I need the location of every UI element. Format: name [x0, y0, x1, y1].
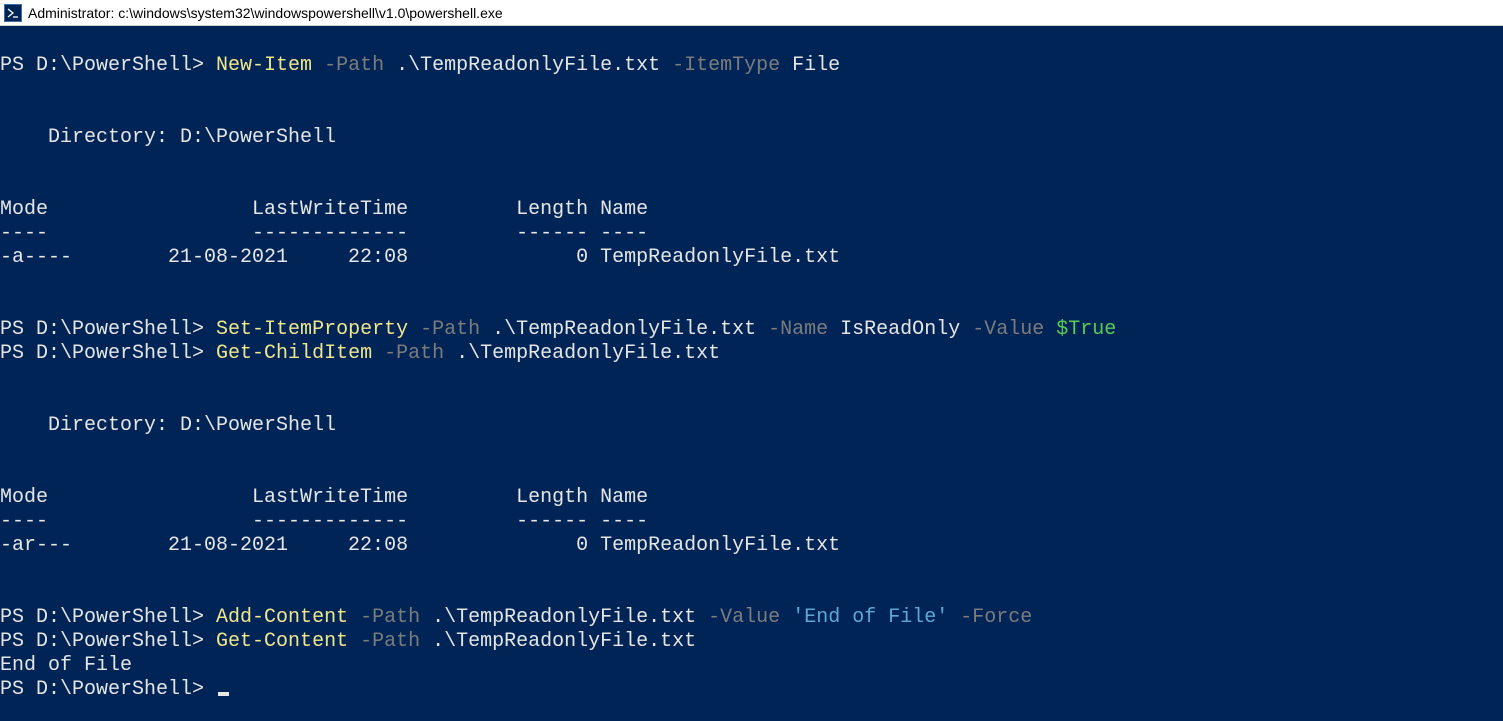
cmdlet: New-Item	[216, 54, 312, 77]
prompt: PS D:\PowerShell>	[0, 678, 216, 701]
prompt: PS D:\PowerShell>	[0, 54, 216, 77]
table-row: -ar--- 21-08-2021 22:08 0 TempReadonlyFi…	[0, 534, 840, 557]
variable: $True	[1056, 318, 1116, 341]
param: -Path	[420, 318, 480, 341]
param: -Force	[960, 606, 1032, 629]
table-header: Mode LastWriteTime Length Name	[0, 198, 648, 221]
table-separator: ---- ------------- ------ ----	[0, 510, 648, 533]
powershell-icon	[4, 4, 22, 22]
param: -Value	[708, 606, 780, 629]
directory-line: Directory: D:\PowerShell	[0, 414, 336, 437]
param: -Name	[768, 318, 828, 341]
string-literal: 'End of File'	[792, 606, 948, 629]
param: -Path	[384, 342, 444, 365]
param: -Path	[324, 54, 384, 77]
cmdlet: Add-Content	[216, 606, 348, 629]
cmdlet: Get-ChildItem	[216, 342, 372, 365]
table-row: -a---- 21-08-2021 22:08 0 TempReadonlyFi…	[0, 246, 840, 269]
prompt: PS D:\PowerShell>	[0, 342, 216, 365]
arg: .\TempReadonlyFile.txt	[420, 606, 708, 629]
output-line: End of File	[0, 654, 132, 677]
arg: .\TempReadonlyFile.txt	[444, 342, 720, 365]
param: -ItemType	[672, 54, 780, 77]
terminal-output[interactable]: PS D:\PowerShell> New-Item -Path .\TempR…	[0, 26, 1503, 721]
directory-line: Directory: D:\PowerShell	[0, 126, 336, 149]
arg: IsReadOnly	[828, 318, 972, 341]
param: -Path	[360, 606, 420, 629]
cmdlet: Set-ItemProperty	[216, 318, 408, 341]
param: -Path	[360, 630, 420, 653]
prompt: PS D:\PowerShell>	[0, 318, 216, 341]
arg: .\TempReadonlyFile.txt	[384, 54, 672, 77]
cursor	[218, 692, 229, 696]
table-header: Mode LastWriteTime Length Name	[0, 486, 648, 509]
cmdlet: Get-Content	[216, 630, 348, 653]
table-separator: ---- ------------- ------ ----	[0, 222, 648, 245]
prompt: PS D:\PowerShell>	[0, 630, 216, 653]
prompt: PS D:\PowerShell>	[0, 606, 216, 629]
param: -Value	[972, 318, 1044, 341]
window-titlebar: Administrator: c:\windows\system32\windo…	[0, 0, 1503, 26]
arg: .\TempReadonlyFile.txt	[420, 630, 696, 653]
arg: File	[780, 54, 840, 77]
window-title: Administrator: c:\windows\system32\windo…	[28, 5, 503, 21]
arg: .\TempReadonlyFile.txt	[480, 318, 768, 341]
